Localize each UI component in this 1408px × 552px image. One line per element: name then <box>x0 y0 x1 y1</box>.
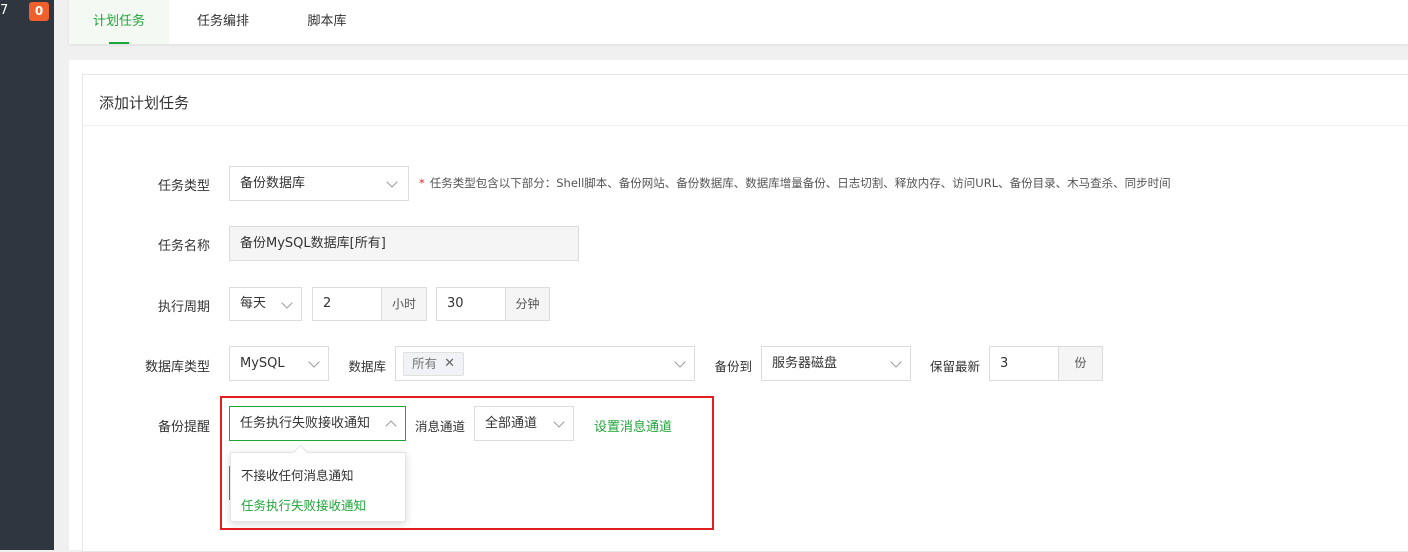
task-name-input[interactable]: 备份MySQL数据库[所有] <box>229 226 579 261</box>
backup-to-select[interactable]: 服务器磁盘 <box>761 346 911 381</box>
minute-value: 30 <box>447 296 464 311</box>
hour-input[interactable]: 2 <box>312 287 382 321</box>
keep-latest-unit: 份 <box>1058 346 1103 381</box>
db-type-label: 数据库类型 <box>144 360 210 375</box>
tab-scheduled-tasks[interactable]: 计划任务 <box>69 0 169 44</box>
hour-unit: 小时 <box>381 287 427 321</box>
db-type-select[interactable]: MySQL <box>229 346 329 381</box>
chevron-down-icon <box>308 356 320 368</box>
minute-input[interactable]: 30 <box>436 287 506 321</box>
card-divider <box>83 125 1408 126</box>
period-label: 执行周期 <box>157 300 210 315</box>
close-icon[interactable]: ✕ <box>444 353 455 375</box>
period-frequency-value: 每天 <box>240 296 267 311</box>
keep-latest-value: 3 <box>1000 356 1009 371</box>
task-type-tip-text: 任务类型包含以下部分：Shell脚本、备份网站、备份数据库、数据库增量备份、日志… <box>429 176 1171 190</box>
db-chip-label: 所有 <box>412 356 438 371</box>
tab-task-orchestration[interactable]: 任务编排 <box>173 0 273 44</box>
chevron-down-icon <box>386 176 398 188</box>
chevron-down-icon <box>674 356 686 368</box>
period-frequency-select[interactable]: 每天 <box>229 287 302 321</box>
keep-latest-input[interactable]: 3 <box>989 346 1059 381</box>
tab-script-library[interactable]: 脚本库 <box>277 0 377 44</box>
db-label: 数据库 <box>348 359 386 374</box>
task-type-tip: * 任务类型包含以下部分：Shell脚本、备份网站、备份数据库、数据库增量备份、日… <box>419 175 1171 191</box>
card-title: 添加计划任务 <box>99 94 190 112</box>
highlight-box <box>220 396 714 530</box>
task-name-label: 任务名称 <box>157 239 210 254</box>
chevron-down-icon <box>281 297 293 309</box>
task-type-value: 备份数据库 <box>240 176 306 191</box>
hour-value: 2 <box>323 296 332 311</box>
sidebar: 7 0 <box>0 0 54 550</box>
tab-bar: 计划任务 任务编排 脚本库 <box>69 0 1408 44</box>
backup-to-value: 服务器磁盘 <box>772 356 838 371</box>
database-multiselect[interactable]: 所有 ✕ <box>395 346 695 381</box>
task-type-label: 任务类型 <box>157 179 210 194</box>
db-chip: 所有 ✕ <box>403 352 465 376</box>
db-type-value: MySQL <box>240 356 285 371</box>
backup-to-label: 备份到 <box>714 359 752 374</box>
task-name-value: 备份MySQL数据库[所有] <box>240 236 386 251</box>
notify-label: 备份提醒 <box>157 420 210 435</box>
required-star-icon: * <box>419 176 425 190</box>
keep-latest-label: 保留最新 <box>929 359 980 374</box>
task-type-select[interactable]: 备份数据库 <box>229 166 409 201</box>
notification-badge[interactable]: 0 <box>29 2 49 21</box>
minute-unit: 分钟 <box>505 287 550 321</box>
chevron-down-icon <box>890 356 902 368</box>
sidebar-count: 7 <box>0 3 9 18</box>
